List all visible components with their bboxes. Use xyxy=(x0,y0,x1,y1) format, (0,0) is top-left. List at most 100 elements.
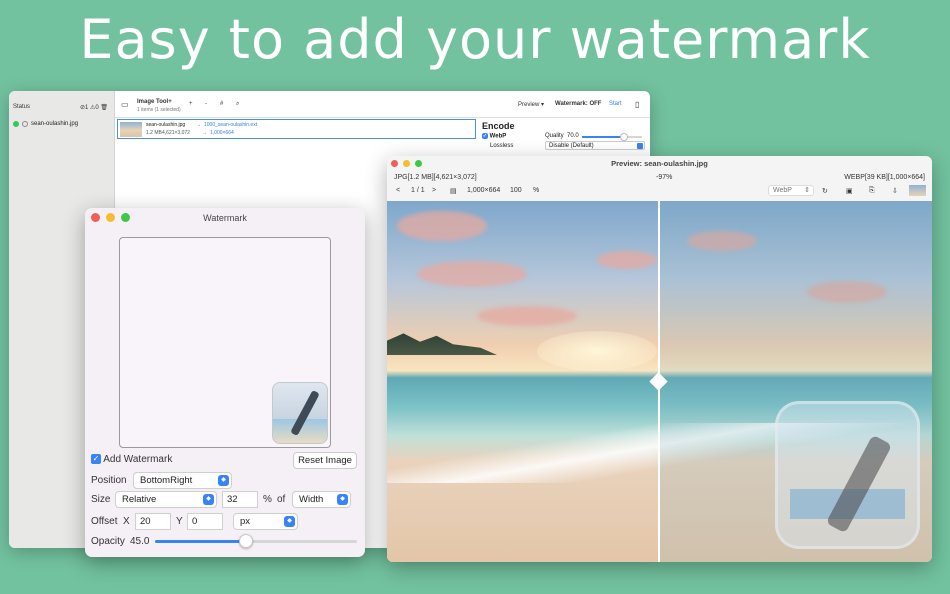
status-done-icon xyxy=(13,121,19,127)
position-label: Position xyxy=(91,475,127,486)
status-label: Status xyxy=(13,104,31,110)
sidebar-header: Status ⊘1 ⚠0 🗑 xyxy=(13,104,108,111)
applied-watermark xyxy=(775,401,920,549)
start-button[interactable]: Start xyxy=(609,101,622,107)
chevron-updown-icon: ◆ xyxy=(284,516,295,527)
opacity-slider[interactable] xyxy=(155,534,357,548)
done-count: 1 xyxy=(84,105,89,111)
selection-subtitle: 1 items (1 selected) xyxy=(137,107,181,113)
size-value-field[interactable]: 32 xyxy=(222,491,258,508)
preview-window: Preview: sean-oulashin.jpg JPG[1.2 MB][4… xyxy=(387,156,932,562)
chevron-updown-icon: ◆ xyxy=(218,475,229,486)
chevron-updown-icon: ◆ xyxy=(337,494,348,505)
hash-button[interactable]: # xyxy=(220,101,223,107)
sidebar-item-file[interactable]: sean-oulashin.jpg xyxy=(13,121,78,127)
position-value: BottomRight xyxy=(140,475,193,486)
info-icon[interactable]: ▤ xyxy=(450,187,457,195)
add-button[interactable]: + xyxy=(189,101,193,107)
inspector-toggle-icon[interactable]: ▯ xyxy=(635,100,639,109)
zoom-unit: % xyxy=(533,187,540,194)
arrow-icon: → xyxy=(202,130,207,136)
of-label: of xyxy=(277,494,286,505)
size-ref-select[interactable]: Width ◆ xyxy=(292,491,351,508)
zoom-value[interactable]: 100 xyxy=(510,187,522,194)
position-select[interactable]: BottomRight ◆ xyxy=(133,472,232,489)
add-watermark-checkbox[interactable]: ✓ Add Watermark xyxy=(91,454,172,465)
size-delta: -97% xyxy=(656,174,673,181)
status-counts: ⊘1 ⚠0 🗑 xyxy=(79,105,108,111)
offset-unit-select[interactable]: px ◆ xyxy=(233,513,298,530)
size-ref-value: Width xyxy=(299,494,324,505)
unit-value: px xyxy=(240,516,251,527)
prev-page-button[interactable]: < xyxy=(396,187,400,194)
preview-label: Preview xyxy=(518,102,540,108)
checkbox-checked-icon[interactable]: ✓ xyxy=(91,454,101,465)
dest-name: 1000_sean-oulashin.ext xyxy=(204,122,258,128)
preview-dims: 1,000×664 xyxy=(467,187,501,194)
opacity-slider-knob[interactable] xyxy=(238,534,253,548)
opacity-slider-fill xyxy=(155,540,246,543)
watermark-image-icon xyxy=(272,382,328,444)
offset-y-field[interactable]: 0 xyxy=(187,513,223,530)
source-dims: 4,621×3,072 xyxy=(162,130,190,136)
source-name: sean-oulashin.jpg xyxy=(146,122,186,128)
quality-value: 70.0 xyxy=(567,133,579,139)
offset-label: Offset xyxy=(91,516,118,527)
percent-label: % xyxy=(263,494,272,505)
next-page-button[interactable]: > xyxy=(432,187,436,194)
quality-label: Quality xyxy=(545,133,564,139)
chevron-updown-icon: ⇕ xyxy=(804,187,810,194)
size-label: Size xyxy=(91,494,111,505)
palm-trees xyxy=(387,333,497,355)
output-info: WEBP[39 KB][1,000×664] xyxy=(844,174,925,181)
opacity-label: Opacity xyxy=(91,536,125,547)
quality-knob[interactable] xyxy=(620,133,628,141)
quality-slider[interactable] xyxy=(582,133,642,141)
format-value: WebP xyxy=(773,187,792,194)
compare-icon[interactable]: ▣ xyxy=(846,187,853,195)
page-indicator: 1 / 1 xyxy=(411,187,425,194)
opacity-value: 45.0 xyxy=(130,536,150,547)
remove-button[interactable]: - xyxy=(205,101,207,107)
copy-icon[interactable]: ⎘ xyxy=(869,187,875,195)
source-size: 1.2 MB xyxy=(146,130,162,136)
preview-image[interactable] xyxy=(387,201,932,562)
lossless-label: Lossless xyxy=(490,143,514,149)
search-icon[interactable]: ⌕ xyxy=(236,101,239,108)
preview-menu[interactable]: Preview ▾ xyxy=(518,101,544,108)
preview-title: Preview: sean-oulashin.jpg xyxy=(611,159,708,168)
reset-image-button[interactable]: Reset Image xyxy=(293,452,357,469)
add-watermark-label: Add Watermark xyxy=(103,454,173,465)
y-label: Y xyxy=(176,516,183,527)
webp-checkbox[interactable]: ✓ WebP xyxy=(482,133,506,140)
encode-title: Encode xyxy=(482,121,515,131)
x-label: X xyxy=(123,516,130,527)
watermark-status[interactable]: Watermark: OFF xyxy=(555,101,601,107)
file-thumbnail xyxy=(120,122,142,137)
file-row[interactable]: sean-oulashin.jpg → 1000_sean-oulashin.e… xyxy=(117,119,476,139)
sidebar-toggle-icon[interactable]: ▭ xyxy=(121,100,129,109)
format-select[interactable]: WebP ⇕ xyxy=(768,185,814,196)
thumbnail-icon[interactable] xyxy=(909,185,926,196)
format-label: WebP xyxy=(489,133,507,140)
size-mode-value: Relative xyxy=(122,494,157,505)
arrow-icon: → xyxy=(196,122,201,128)
checkbox-icon[interactable]: ✓ xyxy=(482,133,488,139)
size-mode-select[interactable]: Relative ◆ xyxy=(115,491,217,508)
chevron-updown-icon xyxy=(637,143,643,149)
offset-x-field[interactable]: 20 xyxy=(135,513,171,530)
chevron-down-icon: ▾ xyxy=(541,102,545,108)
refresh-icon[interactable]: ↻ xyxy=(822,187,828,195)
watermark-canvas[interactable] xyxy=(119,237,331,448)
trash-icon[interactable]: 🗑 xyxy=(100,105,108,111)
app-title: Image Tool+ xyxy=(137,99,172,105)
warn-count: 0 xyxy=(95,105,99,111)
dest-dims: 1,000×664 xyxy=(210,130,234,136)
watermark-window-title: Watermark xyxy=(203,213,247,223)
toolbar: ▭ Image Tool+ 1 items (1 selected) + - #… xyxy=(115,91,650,118)
export-icon[interactable]: ⇩ xyxy=(892,187,898,195)
chevron-updown-icon: ◆ xyxy=(203,494,214,505)
lossless-select[interactable]: Disable (Default) xyxy=(545,141,645,150)
quality-fill xyxy=(582,136,624,138)
watermark-window: Watermark ✓ Add Watermark Reset Image Po… xyxy=(85,208,365,557)
